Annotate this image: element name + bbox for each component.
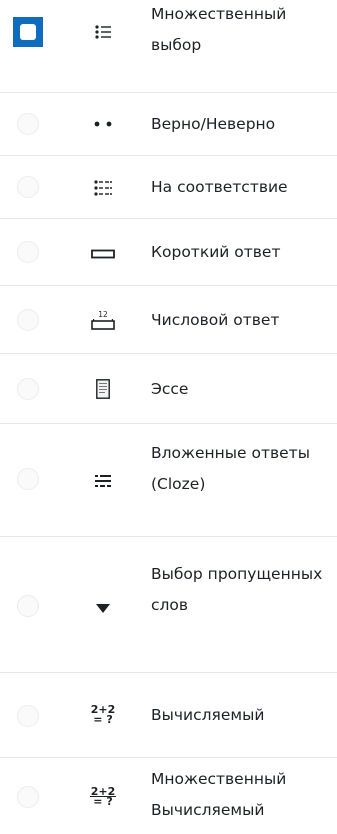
- question-type-label: Множественный выбор: [151, 5, 287, 54]
- question-type-true-false[interactable]: Верно/Неверно: [0, 93, 337, 156]
- radio-true-false[interactable]: [17, 113, 39, 135]
- question-type-short-answer[interactable]: Короткий ответ: [0, 219, 337, 286]
- radio-cloze[interactable]: [17, 468, 39, 490]
- radio-numerical[interactable]: [17, 309, 39, 331]
- numerical-icon: 12: [80, 305, 126, 335]
- question-type-select-missing-words[interactable]: Выбор пропущенных слов: [0, 537, 337, 673]
- question-type-essay[interactable]: Эссе: [0, 354, 337, 424]
- radio-calculated[interactable]: [17, 705, 39, 727]
- question-type-label: Вложенные ответы (Cloze): [151, 444, 310, 493]
- question-type-label: Эссе: [151, 380, 189, 398]
- svg-text:12: 12: [98, 310, 108, 319]
- question-type-label: На соответствие: [151, 178, 288, 196]
- question-type-label: Множественный Вычисляемый: [151, 770, 287, 819]
- question-type-label: Вычисляемый: [151, 706, 265, 724]
- select-missing-words-icon: [80, 593, 126, 623]
- question-type-label: Короткий ответ: [151, 243, 281, 261]
- essay-icon: [80, 374, 126, 404]
- question-type-label: Выбор пропущенных слов: [151, 565, 323, 614]
- radio-short-answer[interactable]: [17, 241, 39, 263]
- matching-icon: [80, 173, 126, 203]
- question-type-cloze[interactable]: Вложенные ответы (Cloze): [0, 424, 337, 537]
- question-type-multiple-choice[interactable]: Множественный выбор: [0, 0, 337, 93]
- multiple-choice-icon: [80, 17, 126, 47]
- radio-multiple-choice[interactable]: [13, 17, 43, 47]
- cloze-icon: [80, 466, 126, 496]
- question-type-calculated-multichoice[interactable]: 2+2 = ? Множественный Вычисляемый: [0, 758, 337, 834]
- question-type-list: Множественный выбор Верно/Неверно На соо…: [0, 0, 337, 834]
- radio-calculated-multichoice[interactable]: [17, 786, 39, 808]
- calc-bottom-text: = ?: [93, 795, 113, 808]
- question-type-matching[interactable]: На соответствие: [0, 156, 337, 219]
- question-type-numerical[interactable]: 12 Числовой ответ: [0, 286, 337, 354]
- calculated-icon: 2+2 = ?: [80, 700, 126, 730]
- radio-select-missing-words[interactable]: [17, 595, 39, 617]
- calculated-multichoice-icon: 2+2 = ?: [80, 782, 126, 812]
- radio-matching[interactable]: [17, 176, 39, 198]
- calc-bottom-text: = ?: [93, 713, 113, 726]
- radio-essay[interactable]: [17, 378, 39, 400]
- question-type-label: Числовой ответ: [151, 311, 280, 329]
- fraction-line: [89, 796, 117, 797]
- true-false-icon: [80, 109, 126, 139]
- short-answer-icon: [80, 239, 126, 269]
- question-type-calculated[interactable]: 2+2 = ? Вычисляемый: [0, 673, 337, 758]
- question-type-label: Верно/Неверно: [151, 115, 276, 133]
